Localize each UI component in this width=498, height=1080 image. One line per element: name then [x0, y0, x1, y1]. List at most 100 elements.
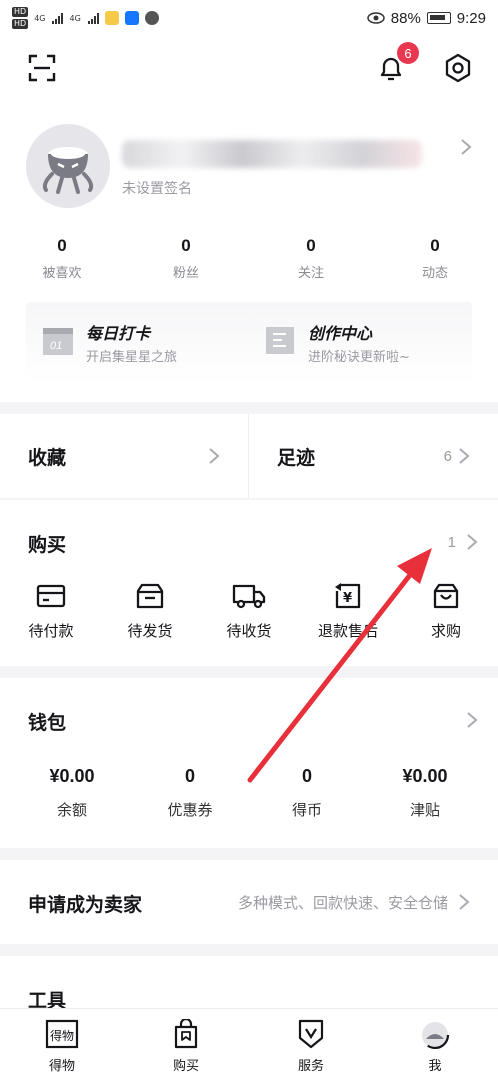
nav-buy[interactable]: 购买: [146, 1017, 226, 1074]
purchase-count: 1: [447, 533, 456, 551]
stat-likes[interactable]: 0 被喜欢: [22, 236, 102, 281]
notification-button[interactable]: 6: [375, 42, 419, 84]
status-right: 88% 9:29: [367, 10, 486, 27]
history-entry[interactable]: 足迹 6: [249, 414, 498, 498]
purchase-title: 购买: [28, 534, 67, 556]
section-divider: [0, 944, 498, 956]
truck-icon: [232, 584, 266, 609]
avatar[interactable]: [26, 124, 110, 208]
stat-label: 关注: [297, 266, 324, 281]
stat-posts[interactable]: 0 动态: [395, 236, 475, 281]
creator-subtitle: 进阶秘诀更新啦~: [308, 350, 410, 365]
network-type-2: 4G: [69, 13, 81, 23]
stat-label: 动态: [421, 266, 448, 281]
chevron-right-icon: [467, 712, 478, 728]
hd-indicators: HD HD: [12, 7, 29, 29]
collect-entry[interactable]: 收藏: [0, 414, 248, 498]
order-wanted[interactable]: 求购: [406, 580, 486, 641]
nav-home[interactable]: 得物 得物: [22, 1017, 102, 1074]
wallet-value: ¥0.00: [402, 766, 448, 786]
profile-page: HD HD 4G 4G 88% 9:29 6 未设置签名 0 被喜欢 0 粉丝 …: [0, 0, 498, 1080]
svg-text:¥: ¥: [343, 591, 352, 606]
nav-label: 服务: [297, 1059, 324, 1074]
chevron-right-icon: [209, 448, 220, 464]
shield-icon: [298, 1019, 324, 1049]
wallet-coupons[interactable]: 0 优惠券: [140, 766, 240, 820]
stat-fans[interactable]: 0 粉丝: [146, 236, 226, 281]
nickname-redacted: [122, 140, 422, 168]
card-icon: [36, 584, 66, 608]
nav-label: 我: [428, 1059, 442, 1074]
seller-title: 申请成为卖家: [28, 894, 143, 916]
order-pending-payment[interactable]: 待付款: [11, 580, 91, 641]
collect-history-row: 收藏 足迹 6: [0, 414, 498, 498]
stat-value: 0: [306, 236, 316, 255]
promo-cards: 01 每日打卡 开启集星星之旅 创作中心 进阶秘诀更新啦~: [26, 302, 472, 384]
settings-icon: [445, 53, 471, 83]
order-label: 待付款: [28, 622, 74, 640]
chevron-right-icon: [459, 894, 470, 910]
stat-following[interactable]: 0 关注: [271, 236, 351, 281]
dewu-logo-icon: 得物: [45, 1019, 79, 1049]
stat-value: 0: [181, 236, 191, 255]
bag-icon: [433, 583, 459, 609]
stat-label: 被喜欢: [42, 266, 82, 281]
top-bar: 6: [0, 42, 498, 88]
order-label: 退款售后: [317, 622, 378, 640]
profile-stats: 0 被喜欢 0 粉丝 0 关注 0 动态: [0, 236, 498, 286]
wallet-label: 余额: [56, 801, 87, 819]
battery-percent: 88%: [390, 9, 421, 27]
purchase-all-link[interactable]: 1: [400, 524, 478, 560]
nav-service[interactable]: 服务: [271, 1017, 351, 1074]
bottom-nav: 得物 得物 购买 服务 我: [0, 1008, 498, 1080]
default-avatar-icon: [42, 147, 94, 194]
app-notification-icon: [104, 11, 119, 25]
box-icon: [136, 583, 164, 609]
wallet-allowance[interactable]: ¥0.00 津贴: [375, 766, 475, 820]
refund-icon: ¥: [335, 583, 361, 609]
wallet-balance[interactable]: ¥0.00 余额: [22, 766, 122, 820]
become-seller-entry[interactable]: 申请成为卖家 多种模式、回款快速、安全仓储: [0, 860, 498, 944]
status-left: HD HD 4G 4G: [12, 7, 159, 29]
order-label: 待收货: [226, 622, 272, 640]
signal-icon: [52, 12, 64, 24]
daily-checkin-card[interactable]: 01 每日打卡 开启集星星之旅: [42, 320, 242, 370]
order-pending-receipt[interactable]: 待收货: [209, 580, 289, 641]
chevron-right-icon: [460, 138, 472, 160]
creator-title: 创作中心: [308, 324, 373, 343]
seller-hint: 多种模式、回款快速、安全仓储: [237, 894, 448, 912]
hd-icon: HD: [12, 19, 29, 29]
scan-button[interactable]: [26, 52, 58, 84]
stat-value: 0: [57, 236, 67, 255]
wallet-coins[interactable]: 0 得币: [257, 766, 357, 820]
collect-label: 收藏: [28, 446, 67, 469]
nav-me[interactable]: 我: [395, 1017, 475, 1074]
document-icon: [266, 327, 294, 354]
chevron-right-icon: [467, 534, 478, 550]
wallet-value: 0: [184, 766, 195, 786]
clock: 9:29: [456, 9, 486, 27]
creator-center-card[interactable]: 创作中心 进阶秘诀更新啦~: [264, 320, 464, 370]
settings-button[interactable]: [442, 52, 474, 84]
section-divider: [0, 666, 498, 678]
wallet-label: 得币: [291, 801, 322, 819]
battery-icon: [426, 12, 451, 24]
profile-card[interactable]: 未设置签名: [26, 124, 476, 214]
order-refund[interactable]: ¥ 退款售后: [308, 580, 388, 641]
chevron-right-icon: [459, 448, 470, 464]
order-pending-shipment[interactable]: 待发货: [110, 580, 190, 641]
history-count: 6: [443, 447, 452, 465]
history-label: 足迹: [277, 446, 316, 469]
message-icon: [144, 11, 159, 25]
network-type-1: 4G: [34, 13, 46, 23]
stat-label: 粉丝: [172, 266, 199, 281]
wallet-value: ¥0.00: [49, 766, 95, 786]
section-divider: [0, 848, 498, 860]
svg-text:得物: 得物: [50, 1028, 74, 1043]
wallet-link[interactable]: [440, 702, 478, 738]
checkin-title: 每日打卡: [86, 324, 151, 343]
notification-badge: 6: [397, 42, 419, 64]
section-divider: [0, 498, 498, 500]
signal-icon: [87, 12, 99, 24]
checkin-subtitle: 开启集星星之旅: [86, 350, 178, 365]
